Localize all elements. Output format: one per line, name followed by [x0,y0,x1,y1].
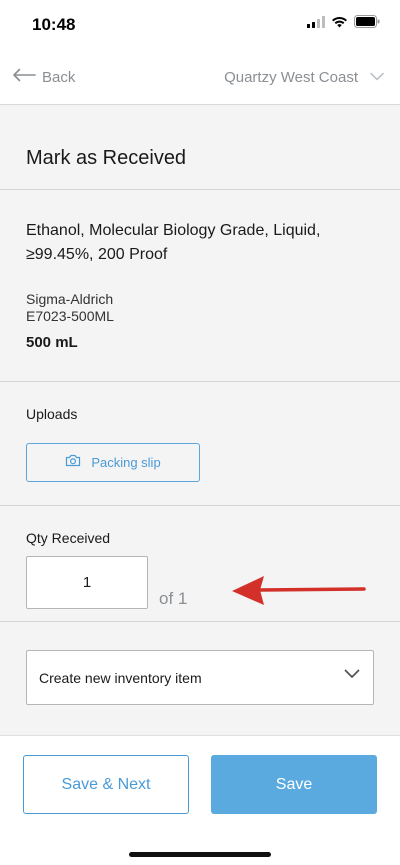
annotation-arrow-icon [230,573,366,607]
footer-actions: Save & Next Save [0,735,400,865]
status-bar: 10:48 [0,0,400,50]
save-and-next-button[interactable]: Save & Next [23,755,189,814]
packing-slip-button[interactable]: Packing slip [26,443,200,482]
product-name: Ethanol, Molecular Biology Grade, Liquid… [26,222,321,263]
nav-bar: Back Quartzy West Coast [0,50,400,105]
wifi-icon [331,15,348,33]
product-size: 500 mL [26,334,78,351]
home-indicator [129,852,271,857]
title-section: Mark as Received [0,105,400,190]
inventory-item-select[interactable]: Create new inventory item [26,650,374,705]
qty-total-label: of 1 [159,589,188,608]
packing-slip-label: Packing slip [91,455,161,470]
qty-received-label: Qty Received [26,530,111,546]
status-icons [307,15,380,33]
organization-dropdown[interactable]: Quartzy West Coast [224,64,384,90]
arrow-left-icon [12,68,36,87]
product-details: Ethanol, Molecular Biology Grade, Liquid… [0,190,400,382]
page-title: Mark as Received [26,147,187,169]
inventory-item-selected: Create new inventory item [39,670,202,686]
uploads-label: Uploads [26,406,78,422]
inventory-section: Create new inventory item [0,622,400,735]
uploads-section: Uploads Packing slip [0,382,400,506]
status-time: 10:48 [32,15,76,34]
back-button[interactable]: Back [12,64,75,90]
cellular-signal-icon [307,15,325,33]
chevron-down-icon [344,666,360,684]
chevron-down-icon [370,68,384,86]
qty-received-input[interactable] [26,556,148,609]
battery-icon [354,15,380,33]
organization-name: Quartzy West Coast [224,68,358,86]
save-button[interactable]: Save [211,755,377,814]
catalog-number: E7023-500ML [26,308,114,324]
vendor-name: Sigma-Aldrich [26,291,114,307]
back-label: Back [42,68,76,86]
camera-icon [65,454,81,472]
